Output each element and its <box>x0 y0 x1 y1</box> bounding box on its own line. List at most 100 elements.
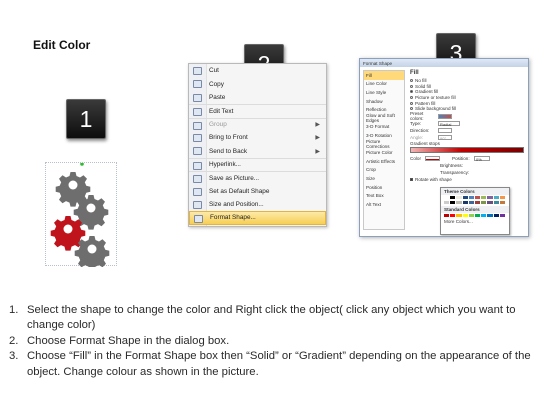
sidebar-item-line-color[interactable]: Line Color <box>364 80 404 89</box>
menu-item-cut[interactable]: Cut <box>189 64 326 77</box>
color-swatch[interactable] <box>487 201 493 204</box>
menu-item-format-shape[interactable]: Format Shape... <box>189 211 326 225</box>
menu-item-send-to-back[interactable]: Send to Back ▶ <box>189 144 326 157</box>
color-swatch[interactable] <box>499 214 505 217</box>
menu-item-edit-text[interactable]: Edit Text <box>189 104 326 117</box>
sidebar-item-picture-corrections[interactable]: Picture Corrections <box>364 139 404 149</box>
color-swatch[interactable] <box>487 214 493 217</box>
color-swatch[interactable] <box>468 201 474 204</box>
color-swatch[interactable] <box>456 196 462 199</box>
step-text: Select the shape to change the color and… <box>27 304 516 332</box>
menu-item-copy[interactable]: Copy <box>189 77 326 90</box>
color-swatch[interactable] <box>456 201 462 204</box>
step-text: Choose “Fill” in the Format Shape box th… <box>27 350 531 378</box>
radio-button[interactable] <box>410 107 413 111</box>
menu-item-set-as-default-shape[interactable]: Set as Default Shape <box>189 185 326 198</box>
direction-dropdown[interactable] <box>438 127 452 133</box>
theme-colors-title: Theme Colors <box>441 188 509 195</box>
preset-colors-dropdown[interactable] <box>438 113 452 119</box>
standard-colors-title: Standard Colors <box>441 206 509 213</box>
rotate-checkbox[interactable] <box>410 177 413 181</box>
gradient-stops-bar[interactable] <box>410 146 524 153</box>
fill-option-label: Pattern fill <box>415 100 436 106</box>
page-title: Edit Color <box>33 38 91 52</box>
menu-item-label: Group <box>209 121 227 129</box>
color-swatch[interactable] <box>456 214 462 217</box>
position-field[interactable]: 0% <box>474 155 490 162</box>
sidebar-item-picture-color[interactable]: Picture Color <box>364 148 404 157</box>
menu-item-size-and-position[interactable]: Size and Position... <box>189 198 326 211</box>
angle-label: Angle: <box>410 134 424 140</box>
format-shape-icon <box>194 215 203 224</box>
menu-item-label: Send to Back <box>209 147 248 155</box>
format-shape-dialog: Format Shape Fill Line Color Line Style Sha… <box>359 58 529 237</box>
type-dropdown[interactable]: Radial <box>438 120 460 127</box>
bring-to-front-icon <box>193 133 202 142</box>
angle-field[interactable]: 90° <box>438 134 452 141</box>
menu-item-label: Paste <box>209 93 226 101</box>
color-swatch[interactable] <box>468 196 474 199</box>
color-swatch[interactable] <box>481 201 487 204</box>
sidebar-item-glow-and-soft-edges[interactable]: Glow and Soft Edges <box>364 113 404 123</box>
color-swatch[interactable] <box>499 196 505 199</box>
gears-graphic[interactable] <box>46 162 118 271</box>
sidebar-item-crop[interactable]: Crop <box>364 166 404 175</box>
color-swatch[interactable] <box>444 196 450 199</box>
color-swatch[interactable] <box>493 201 499 204</box>
menu-item-label: Save as Picture... <box>209 174 260 182</box>
color-label: Color <box>410 155 421 161</box>
color-swatch[interactable] <box>462 196 468 199</box>
color-swatch[interactable] <box>450 201 456 204</box>
menu-item-save-as-picture[interactable]: Save as Picture... <box>189 171 326 184</box>
color-picker-button[interactable] <box>425 155 440 161</box>
sidebar-item-fill[interactable]: Fill <box>364 71 404 80</box>
copy-icon <box>193 80 202 89</box>
color-swatch[interactable] <box>462 214 468 217</box>
menu-item-bring-to-front[interactable]: Bring to Front ▶ <box>189 131 326 144</box>
gear-selection-box[interactable] <box>45 162 118 271</box>
color-swatch[interactable] <box>493 214 499 217</box>
color-swatch[interactable] <box>444 214 450 217</box>
sidebar-item-alt-text[interactable]: Alt Text <box>364 200 404 209</box>
hyperlink-icon <box>193 161 202 170</box>
color-swatch[interactable] <box>474 214 481 217</box>
color-swatch[interactable] <box>474 201 481 204</box>
color-swatch[interactable] <box>468 214 474 217</box>
color-swatch[interactable] <box>450 214 456 217</box>
sidebar-item-position[interactable]: Position <box>364 183 404 192</box>
sidebar-item-3-d-format[interactable]: 3-D Format <box>364 123 404 132</box>
instruction-step: 1. Select the shape to change the color a… <box>9 303 554 334</box>
menu-item-hyperlink[interactable]: Hyperlink... <box>189 157 326 171</box>
step-number: 1. <box>9 304 19 316</box>
color-swatch[interactable] <box>487 196 493 199</box>
menu-item-label: Size and Position... <box>209 201 264 209</box>
color-swatch[interactable] <box>493 196 499 199</box>
radio-button[interactable] <box>410 96 413 100</box>
sidebar-item-size[interactable]: Size <box>364 174 404 183</box>
menu-item-label: Hyperlink... <box>209 161 241 169</box>
instructions-list: 1. Select the shape to change the color a… <box>9 303 554 380</box>
dialog-title: Format Shape <box>360 59 528 67</box>
color-swatch[interactable] <box>481 196 487 199</box>
submenu-arrow-icon: ▶ <box>315 122 320 129</box>
radio-button[interactable] <box>410 101 413 105</box>
step-number: 2. <box>9 334 19 347</box>
color-swatch[interactable] <box>462 201 468 204</box>
radio-button[interactable] <box>410 84 413 88</box>
color-swatch[interactable] <box>474 196 481 199</box>
color-swatch[interactable] <box>481 214 487 217</box>
menu-item-group: Group ▶ <box>189 117 326 131</box>
fill-option-label: Picture or texture fill <box>415 95 456 101</box>
sidebar-item-line-style[interactable]: Line Style <box>364 88 404 97</box>
more-colors-link[interactable]: More Colors... <box>441 218 509 225</box>
radio-button[interactable] <box>410 79 413 83</box>
color-swatch[interactable] <box>499 201 505 204</box>
color-swatch[interactable] <box>450 196 456 199</box>
menu-item-label: Format Shape... <box>210 214 256 222</box>
color-swatch[interactable] <box>444 201 450 204</box>
sidebar-item-shadow[interactable]: Shadow <box>364 97 404 106</box>
sidebar-item-text-box[interactable]: Text Box <box>364 191 404 200</box>
sidebar-item-artistic-effects[interactable]: Artistic Effects <box>364 157 404 166</box>
radio-button[interactable] <box>410 90 413 94</box>
menu-item-paste[interactable]: Paste <box>189 91 326 104</box>
